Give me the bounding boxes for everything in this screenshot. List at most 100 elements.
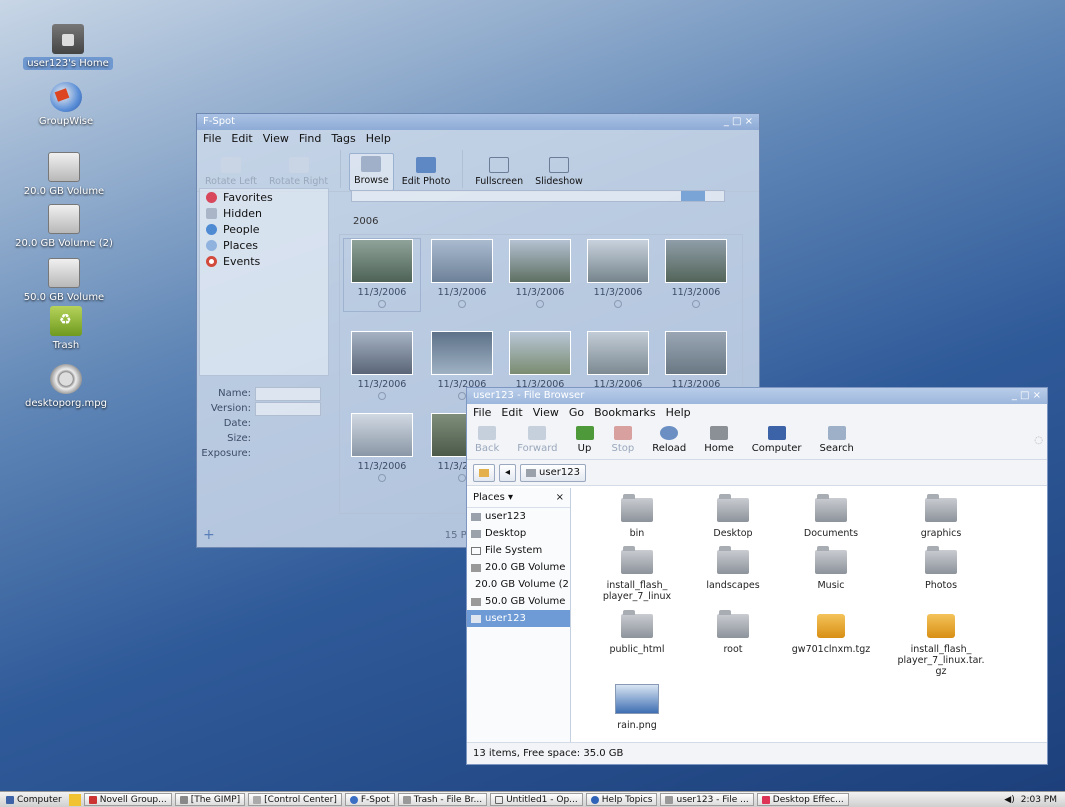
back-button[interactable]: Back (471, 424, 503, 458)
place-item[interactable]: 50.0 GB Volume (467, 593, 570, 610)
task-label: [Control Center] (264, 794, 337, 805)
menu-help[interactable]: Help (366, 132, 391, 146)
task-button[interactable]: Untitled1 - Op... (490, 793, 583, 806)
file-item[interactable]: Desktop (683, 494, 783, 539)
place-item[interactable]: 20.0 GB Volume (467, 559, 570, 576)
window-controls[interactable]: _ □ × (1012, 390, 1041, 402)
tag-places[interactable]: Places (200, 237, 328, 253)
menu-view[interactable]: View (533, 406, 559, 420)
menu-edit[interactable]: Edit (501, 406, 522, 420)
photo-thumbnail[interactable]: 11/3/2006 (344, 413, 420, 485)
menu-find[interactable]: Find (299, 132, 322, 146)
file-item[interactable]: rain.png (587, 684, 687, 731)
reload-button[interactable]: Reload (648, 424, 690, 458)
volume-icon[interactable]: ◀) (1004, 795, 1014, 805)
window-controls[interactable]: _ □ × (724, 116, 753, 128)
stop-button[interactable]: Stop (608, 424, 639, 458)
add-icon[interactable]: + (203, 527, 215, 543)
file-item[interactable]: bin (587, 494, 687, 539)
menu-file[interactable]: File (203, 132, 221, 146)
slideshow-button[interactable]: Slideshow (531, 155, 587, 191)
timeline-thumb[interactable] (681, 191, 705, 201)
task-button[interactable]: Novell Group... (83, 793, 172, 806)
folder-icon (815, 546, 847, 574)
photo-thumbnail[interactable]: 11/3/2006 (424, 239, 500, 311)
file-item[interactable]: landscapes (683, 546, 783, 591)
place-item[interactable]: File System (467, 542, 570, 559)
task-button[interactable]: [Control Center] (248, 793, 342, 806)
computer-menu-button[interactable]: Computer (2, 793, 66, 806)
edit-location-button[interactable] (473, 463, 495, 482)
name-field[interactable] (255, 386, 321, 401)
tag-favorites[interactable]: Favorites (200, 189, 328, 205)
tag-people[interactable]: People (200, 221, 328, 237)
place-label: 20.0 GB Volume (2 (475, 579, 569, 590)
places-dropdown[interactable]: Places ▾ (473, 492, 513, 503)
photo-thumbnail[interactable]: 11/3/2006 (502, 239, 578, 311)
desktop-icon-groupwise[interactable]: GroupWise (16, 82, 116, 128)
photo-thumbnail[interactable]: 11/3/2006 (343, 238, 421, 312)
menu-view[interactable]: View (263, 132, 289, 146)
close-icon[interactable]: × (556, 492, 564, 503)
task-button[interactable]: [The GIMP] (174, 793, 246, 806)
rotate-left-button[interactable]: Rotate Left (201, 155, 261, 191)
timeline-track[interactable] (351, 190, 725, 202)
rotate-right-button[interactable]: Rotate Right (265, 155, 332, 191)
place-item-selected[interactable]: user123 (467, 610, 570, 627)
search-button[interactable]: Search (816, 424, 858, 458)
file-item[interactable]: install_flash_ player_7_linux (587, 546, 687, 602)
menu-help[interactable]: Help (666, 406, 691, 420)
menu-tags[interactable]: Tags (331, 132, 355, 146)
forward-button[interactable]: Forward (513, 424, 561, 458)
file-item[interactable]: gw701clnxm.tgz (781, 614, 881, 655)
desktop-icon-video[interactable]: desktoporg.mpg (16, 364, 116, 410)
fullscreen-button[interactable]: Fullscreen (471, 155, 527, 191)
place-item[interactable]: Desktop (467, 525, 570, 542)
desktop-icon-volume-1[interactable]: 20.0 GB Volume (14, 140, 114, 198)
photo-thumbnail[interactable]: 11/3/2006 (580, 239, 656, 311)
menu-edit[interactable]: Edit (231, 132, 252, 146)
file-item[interactable]: install_flash_ player_7_linux.tar. gz (891, 614, 991, 677)
computer-button[interactable]: Computer (748, 424, 806, 458)
desktop-icon-volume-3[interactable]: 50.0 GB Volume (14, 246, 114, 304)
clock[interactable]: 2:03 PM (1021, 795, 1057, 805)
task-button[interactable]: F-Spot (344, 793, 395, 806)
desktop-icon-trash[interactable]: Trash (16, 306, 116, 352)
task-button[interactable]: user123 - File ... (660, 793, 754, 806)
drive-icon (48, 152, 80, 182)
photo-thumbnail[interactable]: 11/3/2006 (658, 239, 734, 311)
photo-thumbnail[interactable]: 11/3/2006 (344, 331, 420, 403)
tag-hidden[interactable]: Hidden (200, 205, 328, 221)
file-item[interactable]: Documents (781, 494, 881, 539)
file-name: bin (629, 528, 645, 539)
desktop-icon-home[interactable]: user123's Home (18, 24, 118, 70)
task-button[interactable]: Desktop Effec... (756, 793, 849, 806)
edit-photo-button[interactable]: Edit Photo (398, 155, 455, 191)
file-item[interactable]: root (683, 610, 783, 655)
fb-titlebar[interactable]: user123 - File Browser _ □ × (467, 388, 1047, 404)
up-button[interactable]: Up (572, 424, 598, 458)
desktop-icon-volume-2[interactable]: 20.0 GB Volume (2) (8, 192, 120, 250)
timeline[interactable]: 2006 (337, 188, 737, 227)
path-button-user123[interactable]: user123 (520, 463, 586, 482)
version-select[interactable] (255, 401, 321, 416)
file-item[interactable]: Music (781, 546, 881, 591)
fspot-titlebar[interactable]: F-Spot _ □ × (197, 114, 759, 130)
notes-launcher-icon[interactable] (68, 793, 81, 806)
browse-button[interactable]: Browse (349, 153, 394, 191)
place-item[interactable]: user123 (467, 508, 570, 525)
menu-file[interactable]: File (473, 406, 491, 420)
file-item[interactable]: public_html (587, 610, 687, 655)
place-item[interactable]: 20.0 GB Volume (2 (467, 576, 570, 593)
home-button[interactable]: Home (700, 424, 738, 458)
path-back-button[interactable]: ◂ (499, 463, 517, 482)
task-button[interactable]: Trash - File Br... (397, 793, 488, 806)
file-item[interactable]: Photos (891, 546, 991, 591)
fspot-menubar: File Edit View Find Tags Help (197, 130, 759, 148)
places-sidebar: Places ▾ × user123 Desktop File System 2… (467, 488, 571, 742)
task-button[interactable]: Help Topics (585, 793, 658, 806)
menu-go[interactable]: Go (569, 406, 584, 420)
tag-events[interactable]: Events (200, 253, 328, 269)
menu-bookmarks[interactable]: Bookmarks (594, 406, 655, 420)
file-item[interactable]: graphics (891, 494, 991, 539)
